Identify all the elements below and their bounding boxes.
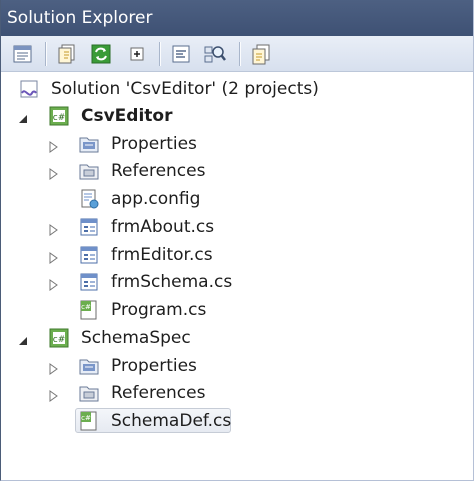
csharp-project-icon: c# — [49, 328, 69, 348]
properties-icon[interactable] — [11, 42, 35, 66]
solution-icon — [19, 79, 39, 99]
tree-node-label: app.config — [111, 189, 201, 209]
view-code-icon[interactable] — [169, 42, 193, 66]
svg-text:c#: c# — [81, 414, 91, 422]
tree-node-form[interactable]: frmSchema.cs — [1, 269, 473, 295]
tree-node-label: frmAbout.cs — [111, 217, 215, 237]
collapsed-arrow-icon[interactable] — [47, 360, 59, 375]
form-file-icon — [79, 245, 99, 265]
expanded-arrow-icon[interactable] — [17, 110, 29, 123]
csharp-project-icon: c# — [49, 106, 69, 126]
view-class-diagram-icon[interactable] — [203, 42, 227, 66]
tree-node-solution[interactable]: Solution 'CsvEditor' (2 projects) — [1, 76, 473, 102]
tree-node-file-selected[interactable]: c# SchemaDef.cs — [1, 408, 473, 434]
tree-node-label: Properties — [111, 134, 197, 154]
tree-node-label: Solution 'CsvEditor' (2 projects) — [51, 79, 319, 99]
properties-folder-icon — [79, 356, 99, 376]
collapsed-arrow-icon[interactable] — [47, 387, 59, 402]
tree-node-label: CsvEditor — [81, 106, 173, 126]
window-title: Solution Explorer — [1, 0, 473, 36]
references-folder-icon — [79, 161, 99, 181]
tree-node-label: frmSchema.cs — [111, 272, 233, 292]
solution-explorer-window: Solution Explorer Solution 'CsvEditor' (… — [0, 0, 474, 481]
tree-node-label: frmEditor.cs — [111, 245, 213, 265]
tree-node-properties[interactable]: Properties — [1, 353, 473, 379]
tree-node-properties[interactable]: Properties — [1, 131, 473, 157]
tree-node-label: SchemaSpec — [81, 328, 191, 348]
refresh-icon[interactable] — [89, 42, 113, 66]
tree-node-project[interactable]: c# CsvEditor — [1, 103, 473, 129]
tree-node-references[interactable]: References — [1, 158, 473, 184]
properties-folder-icon — [79, 134, 99, 154]
csharp-file-icon: c# — [79, 300, 99, 320]
config-file-icon — [79, 189, 99, 209]
tree-node-form[interactable]: frmEditor.cs — [1, 242, 473, 268]
tree-node-label: Program.cs — [111, 300, 207, 320]
collapse-icon[interactable] — [125, 42, 149, 66]
references-folder-icon — [79, 383, 99, 403]
tree-node-label: References — [111, 383, 206, 403]
tree-node-project[interactable]: c# SchemaSpec — [1, 325, 473, 351]
toolbar — [1, 36, 473, 72]
tree-node-label: SchemaDef.cs — [111, 411, 232, 431]
form-file-icon — [79, 217, 99, 237]
svg-text:c#: c# — [53, 335, 66, 345]
tree-node-label: References — [111, 161, 206, 181]
collapsed-arrow-icon[interactable] — [47, 221, 59, 236]
copy-icon[interactable] — [249, 42, 273, 66]
collapsed-arrow-icon[interactable] — [47, 138, 59, 153]
tree-node-file[interactable]: c# Program.cs — [1, 297, 473, 323]
form-file-icon — [79, 272, 99, 292]
collapsed-arrow-icon[interactable] — [47, 165, 59, 180]
expanded-arrow-icon[interactable] — [17, 332, 29, 345]
svg-text:c#: c# — [53, 113, 66, 123]
tree-node-form[interactable]: frmAbout.cs — [1, 214, 473, 240]
csharp-file-icon: c# — [79, 411, 99, 431]
tree-node-references[interactable]: References — [1, 380, 473, 406]
collapsed-arrow-icon[interactable] — [47, 276, 59, 291]
svg-text:c#: c# — [81, 303, 91, 311]
tree-node-file[interactable]: app.config — [1, 186, 473, 212]
tree-node-label: Properties — [111, 356, 197, 376]
collapsed-arrow-icon[interactable] — [47, 249, 59, 264]
show-all-files-icon[interactable] — [55, 42, 79, 66]
